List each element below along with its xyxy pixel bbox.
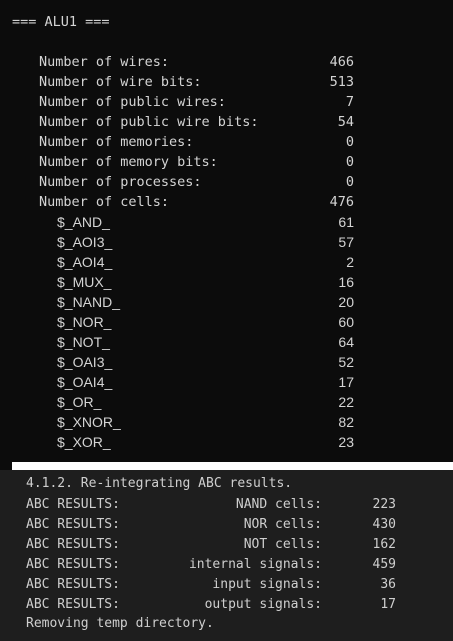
- cell-row: $_AOI3_ 57: [57, 234, 354, 254]
- cell-name: $_AOI4_: [57, 254, 113, 270]
- stat-value: 54: [337, 114, 354, 130]
- abc-value: 430: [372, 517, 396, 532]
- stat-value: 0: [345, 134, 354, 150]
- abc-prefix: ABC RESULTS:: [26, 537, 120, 552]
- stat-label: Number of memory bits:: [39, 154, 218, 170]
- cell-row: $_MUX_ 16: [57, 274, 354, 294]
- stat-row: Number of wires: 466: [39, 54, 354, 74]
- stat-label: Number of processes:: [39, 174, 202, 190]
- abc-row: ABC RESULTS: output signals: 17: [26, 597, 396, 617]
- cell-name: $_MUX_: [57, 274, 112, 290]
- cell-name: $_AOI3_: [57, 234, 113, 250]
- stat-value: 513: [329, 74, 354, 90]
- stat-row: Number of wire bits: 513: [39, 74, 354, 94]
- stat-row: Number of cells: 476: [39, 194, 354, 214]
- terminal-output-bottom: 4.1.2. Re-integrating ABC results. ABC R…: [0, 470, 453, 641]
- abc-label: NAND cells:: [235, 497, 322, 512]
- abc-value: 459: [372, 557, 396, 572]
- cell-row: $_XNOR_ 82: [57, 414, 354, 434]
- cell-name: $_AND_: [57, 214, 110, 230]
- cell-count: 16: [338, 274, 354, 290]
- stat-row: Number of memory bits: 0: [39, 154, 354, 174]
- abc-row: ABC RESULTS: NOT cells: 162: [26, 537, 396, 557]
- cell-count: 17: [338, 374, 354, 390]
- abc-label: NOR cells:: [243, 517, 322, 532]
- cell-count: 52: [338, 354, 354, 370]
- stat-value: 0: [345, 154, 354, 170]
- cell-count: 61: [338, 214, 354, 230]
- cell-count: 23: [338, 434, 354, 450]
- module-header: === ALU1 ===: [12, 14, 110, 30]
- abc-row: ABC RESULTS: NAND cells: 223: [26, 497, 396, 517]
- footer-line: Removing temp directory.: [26, 616, 214, 631]
- abc-prefix: ABC RESULTS:: [26, 497, 120, 512]
- abc-row: ABC RESULTS: internal signals: 459: [26, 557, 396, 577]
- abc-prefix: ABC RESULTS:: [26, 597, 120, 612]
- cell-row: $_AOI4_ 2: [57, 254, 354, 274]
- abc-value: 223: [372, 497, 396, 512]
- stat-value: 7: [345, 94, 354, 110]
- stat-value: 476: [329, 194, 354, 210]
- cell-row: $_OAI3_ 52: [57, 354, 354, 374]
- cell-row: $_XOR_ 23: [57, 434, 354, 454]
- cell-name: $_XNOR_: [57, 414, 121, 430]
- stat-label: Number of public wire bits:: [39, 114, 259, 130]
- pane-divider: [12, 462, 453, 470]
- cell-row: $_OAI4_ 17: [57, 374, 354, 394]
- cell-count: 57: [338, 234, 354, 250]
- stat-row: Number of public wire bits: 54: [39, 114, 354, 134]
- abc-label: output signals:: [204, 597, 322, 612]
- stat-row: Number of memories: 0: [39, 134, 354, 154]
- stat-label: Number of cells:: [39, 194, 170, 210]
- cell-count: 82: [338, 414, 354, 430]
- abc-row: ABC RESULTS: input signals: 36: [26, 577, 396, 597]
- cell-count: 22: [338, 394, 354, 410]
- section-title: 4.1.2. Re-integrating ABC results.: [26, 476, 293, 491]
- cell-count: 64: [338, 334, 354, 350]
- cell-row: $_OR_ 22: [57, 394, 354, 414]
- stat-label: Number of wire bits:: [39, 74, 202, 90]
- stat-row: Number of processes: 0: [39, 174, 354, 194]
- terminal-output-top: === ALU1 === Number of wires: 466 Number …: [0, 0, 453, 462]
- abc-label: input signals:: [212, 577, 322, 592]
- cell-count: 20: [338, 294, 354, 310]
- stat-value: 0: [345, 174, 354, 190]
- cell-count: 60: [338, 314, 354, 330]
- cell-name: $_OAI4_: [57, 374, 113, 390]
- stat-value: 466: [329, 54, 354, 70]
- cell-row: $_NOR_ 60: [57, 314, 354, 334]
- abc-prefix: ABC RESULTS:: [26, 517, 120, 532]
- cell-name: $_XOR_: [57, 434, 111, 450]
- cell-count: 2: [346, 254, 354, 270]
- cell-name: $_NOT_: [57, 334, 110, 350]
- abc-value: 162: [372, 537, 396, 552]
- abc-prefix: ABC RESULTS:: [26, 557, 120, 572]
- stat-label: Number of memories:: [39, 134, 194, 150]
- stat-label: Number of wires:: [39, 54, 170, 70]
- cell-row: $_NAND_ 20: [57, 294, 354, 314]
- abc-value: 36: [380, 577, 396, 592]
- cell-name: $_OR_: [57, 394, 102, 410]
- stat-row: Number of public wires: 7: [39, 94, 354, 114]
- abc-label: internal signals:: [188, 557, 322, 572]
- divider-left: [0, 462, 12, 470]
- abc-label: NOT cells:: [243, 537, 322, 552]
- abc-prefix: ABC RESULTS:: [26, 577, 120, 592]
- cell-row: $_AND_ 61: [57, 214, 354, 234]
- abc-value: 17: [380, 597, 396, 612]
- cell-name: $_OAI3_: [57, 354, 113, 370]
- cell-name: $_NAND_: [57, 294, 121, 310]
- cell-name: $_NOR_: [57, 314, 112, 330]
- cell-row: $_NOT_ 64: [57, 334, 354, 354]
- stat-label: Number of public wires:: [39, 94, 226, 110]
- abc-row: ABC RESULTS: NOR cells: 430: [26, 517, 396, 537]
